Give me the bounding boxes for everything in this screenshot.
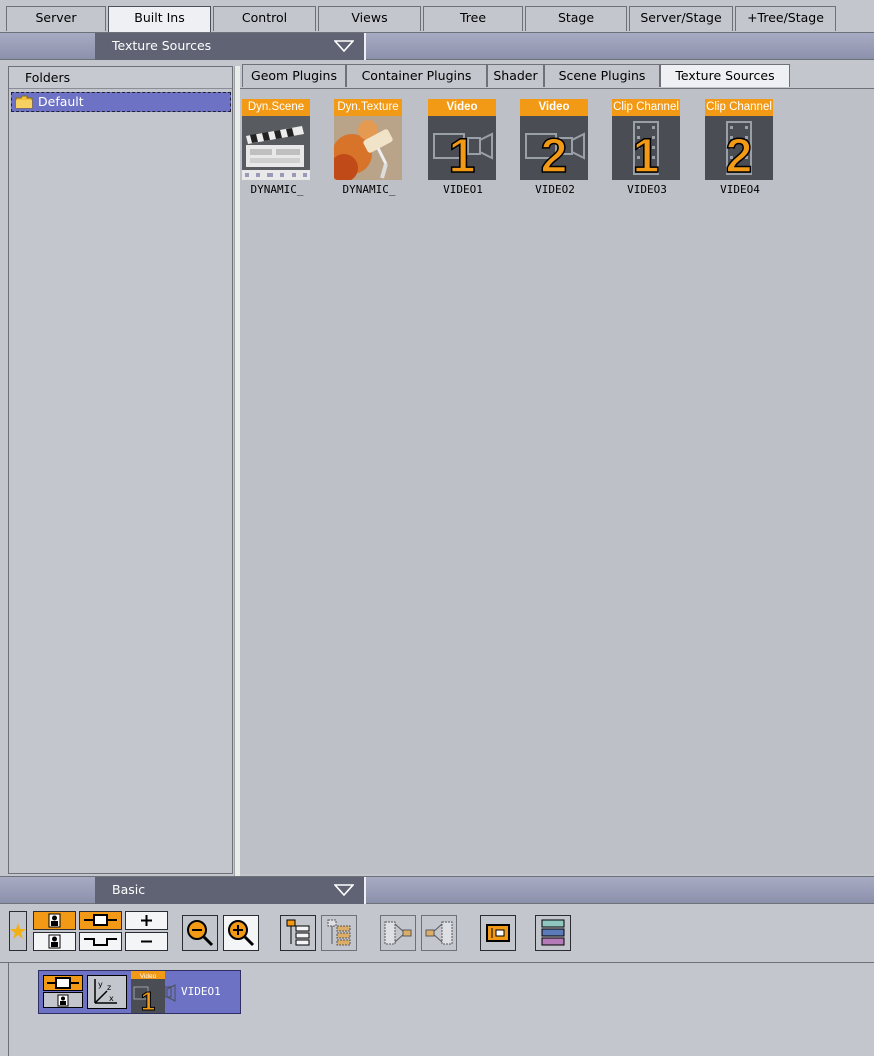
tab-texture-sources[interactable]: Texture Sources [660, 64, 790, 87]
add-child-person-button[interactable] [33, 932, 76, 951]
zoom-in-button[interactable] [223, 915, 259, 951]
group-button[interactable] [480, 915, 516, 951]
add-link-button[interactable] [79, 932, 122, 951]
svg-text:y: y [98, 980, 103, 989]
scene-tree-toolbar [0, 906, 874, 962]
split-button[interactable] [421, 915, 457, 951]
builtins-category-label: Texture Sources [112, 38, 212, 53]
basic-category-dropdown[interactable]: Basic [95, 877, 366, 904]
scene-item-number: 1 [141, 986, 155, 1013]
tile-name: VIDEO2 [535, 183, 575, 196]
merge-icon [384, 921, 412, 945]
layers-icon [541, 919, 565, 946]
folders-header: Folders [9, 67, 232, 89]
add-person-button[interactable] [33, 911, 76, 930]
builtins-header-bar: Texture Sources [0, 32, 874, 60]
layers-button[interactable] [535, 915, 571, 951]
svg-text:x: x [109, 994, 114, 1003]
tile-number: 2 [541, 130, 568, 180]
tile-number: 1 [633, 130, 660, 180]
tab-views[interactable]: Views [318, 6, 421, 31]
tile-name: VIDEO3 [627, 183, 667, 196]
film-strip-icon: 1 [612, 116, 680, 180]
tab-server[interactable]: Server [6, 6, 106, 31]
tree-icon [286, 919, 310, 946]
video-camera-icon: 1 [428, 116, 496, 180]
folders-panel: Folders Default [8, 66, 233, 874]
tile-name: DYNAMIC_ [250, 183, 304, 196]
clapperboard-icon [242, 116, 310, 180]
tile-badge: Clip Channel [612, 99, 680, 116]
chevron-down-icon[interactable] [334, 40, 354, 52]
link-icon [84, 938, 117, 946]
tab-built-ins[interactable]: Built Ins [108, 6, 211, 32]
group-icon [486, 924, 510, 942]
tile-number: 2 [726, 130, 753, 180]
svg-text:z: z [107, 983, 111, 992]
zoom-in-icon [228, 920, 255, 947]
chevron-down-icon[interactable] [334, 884, 354, 896]
tab-stage[interactable]: Stage [525, 6, 627, 31]
film-strip-icon: 2 [705, 116, 773, 180]
star-icon[interactable] [9, 911, 27, 951]
basic-header-bar: Basic [0, 876, 874, 904]
tab-shader[interactable]: Shader [487, 64, 544, 87]
tab-tree[interactable]: Tree [423, 6, 523, 31]
folder-icon [15, 95, 33, 109]
plus-icon [141, 915, 152, 926]
video-camera-icon: 2 [520, 116, 588, 180]
tab-container-plugins[interactable]: Container Plugins [346, 64, 487, 87]
tile-badge: Video [428, 99, 496, 116]
tile-badge: Dyn.Scene [242, 99, 310, 116]
tab-tree-stage[interactable]: +Tree/Stage [735, 6, 836, 31]
merge-button[interactable] [380, 915, 416, 951]
zoom-out-button[interactable] [182, 915, 218, 951]
video-camera-icon: Video 1 [131, 971, 176, 1013]
person-icon [48, 934, 61, 949]
texture-sources-grid: Dyn.Scene DYNAMIC_ Dyn.Texture DYNAMIC_ … [240, 88, 874, 874]
connector-icon [84, 914, 117, 926]
tab-server-stage[interactable]: Server/Stage [629, 6, 733, 31]
tile-badge: Video [520, 99, 588, 116]
scene-item-badge: Video [140, 973, 157, 980]
tab-geom-plugins[interactable]: Geom Plugins [242, 64, 346, 87]
transform-axis-icon: y z x [87, 975, 127, 1009]
zoom-out-icon [187, 920, 214, 947]
tile-name: VIDEO4 [720, 183, 760, 196]
tile-name: VIDEO1 [443, 183, 483, 196]
person-icon [48, 913, 61, 928]
container-icon [43, 975, 83, 1008]
tile-number: 1 [449, 130, 476, 180]
tree-icon [327, 919, 351, 946]
tree-view-alt-button[interactable] [321, 915, 357, 951]
builtins-category-dropdown[interactable]: Texture Sources [95, 33, 366, 60]
collapse-button[interactable] [125, 932, 168, 951]
expand-button[interactable] [125, 911, 168, 930]
minus-icon [141, 940, 152, 943]
tree-view-button[interactable] [280, 915, 316, 951]
tab-control[interactable]: Control [213, 6, 316, 31]
scene-tree-item-video1[interactable]: y z x Video 1 VIDEO1 [38, 970, 241, 1014]
add-connector-button[interactable] [79, 911, 122, 930]
top-tab-bar: Server Built Ins Control Views Tree Stag… [0, 0, 874, 32]
folder-item-label: Default [38, 94, 84, 109]
split-icon [425, 921, 453, 945]
scene-item-label: VIDEO1 [181, 985, 221, 998]
tile-badge: Dyn.Texture [334, 99, 402, 116]
tab-scene-plugins[interactable]: Scene Plugins [544, 64, 660, 87]
tile-name: DYNAMIC_ [342, 183, 396, 196]
folder-item-default[interactable]: Default [11, 92, 231, 112]
paint-roller-icon [334, 116, 402, 180]
basic-category-label: Basic [112, 882, 146, 897]
tile-badge: Clip Channel [705, 99, 773, 116]
